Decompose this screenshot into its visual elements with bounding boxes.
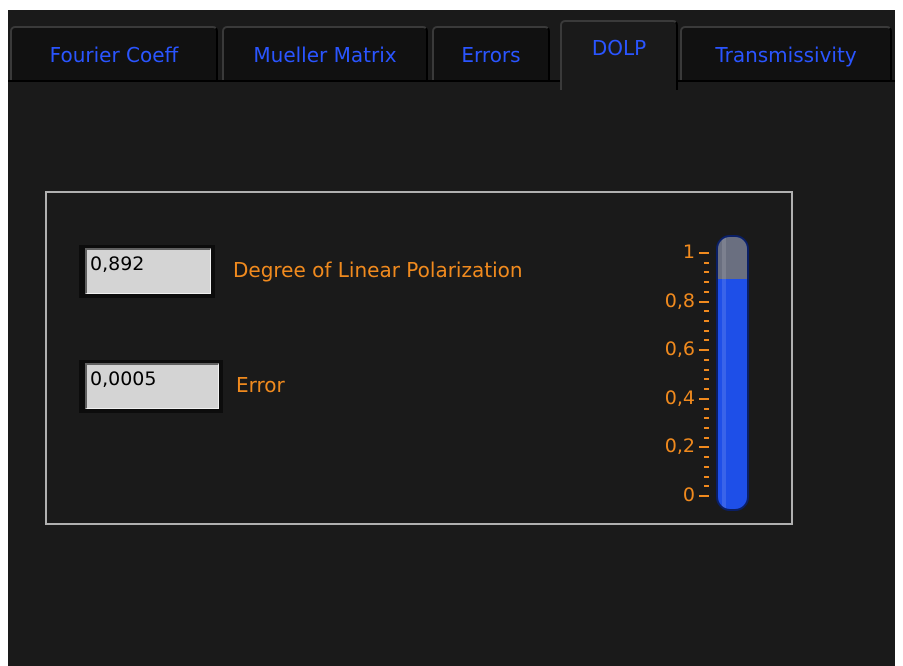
gauge-major-tick	[699, 495, 709, 497]
gauge-major-tick	[699, 349, 709, 352]
tab-label: DOLP	[591, 36, 647, 60]
gauge-minor-tick	[704, 426, 709, 429]
tab-transmissivity[interactable]: Transmissivity	[680, 26, 892, 82]
gauge-minor-tick	[704, 485, 709, 488]
gauge-minor-tick	[704, 358, 709, 361]
gauge-minor-tick	[704, 261, 709, 264]
gauge-minor-tick	[704, 320, 709, 323]
gauge-scale-label: 0,4	[664, 386, 695, 409]
gauge-scale-label: 0	[682, 484, 695, 506]
gauge-major-tick	[699, 300, 709, 303]
error-indicator[interactable]: 0,0005	[79, 360, 223, 413]
gauge-minor-tick	[704, 310, 709, 313]
gauge-major-tick	[699, 446, 709, 449]
dolp-indicator[interactable]: 0,892	[79, 245, 215, 298]
gauge-scale-label: 0,6	[664, 338, 695, 361]
tab-label: Transmissivity	[715, 43, 857, 67]
tab-bar: Fourier Coeff Mueller Matrix Errors DOLP…	[8, 10, 895, 90]
tab-errors[interactable]: Errors	[432, 26, 550, 82]
gauge-minor-tick	[704, 417, 709, 420]
tab-dolp[interactable]: DOLP	[560, 20, 678, 90]
gauge-minor-tick	[704, 329, 709, 332]
gauge-major-tick	[699, 252, 709, 254]
gauge-minor-tick	[704, 271, 709, 274]
error-value: 0,0005	[85, 363, 219, 409]
tab-label: Fourier Coeff	[49, 43, 179, 67]
tab-divider	[8, 80, 895, 82]
dolp-gauge	[716, 235, 749, 511]
gauge-minor-tick	[704, 436, 709, 439]
gauge-scale-label: 0,8	[664, 289, 695, 312]
gauge-minor-tick	[704, 368, 709, 371]
gauge-major-tick	[699, 397, 709, 400]
gauge-minor-tick	[704, 475, 709, 478]
gauge-highlight	[722, 237, 726, 509]
gauge-minor-tick	[704, 378, 709, 381]
tab-label: Errors	[461, 43, 521, 67]
gauge-scale-label: 0,2	[664, 435, 695, 458]
gauge-minor-tick	[704, 465, 709, 468]
error-label: Error	[236, 373, 285, 397]
gauge-minor-tick	[704, 407, 709, 410]
dolp-label: Degree of Linear Polarization	[233, 258, 523, 282]
tab-label: Mueller Matrix	[253, 43, 397, 67]
gauge-scale-label: 1	[682, 241, 695, 263]
gauge-minor-tick	[704, 456, 709, 459]
gauge-minor-tick	[704, 290, 709, 293]
tab-fourier-coeff[interactable]: Fourier Coeff	[10, 26, 218, 82]
dolp-value: 0,892	[85, 248, 211, 294]
gauge-minor-tick	[704, 388, 709, 391]
gauge-minor-tick	[704, 281, 709, 284]
tab-mueller-matrix[interactable]: Mueller Matrix	[222, 26, 428, 82]
gauge-minor-tick	[704, 339, 709, 342]
